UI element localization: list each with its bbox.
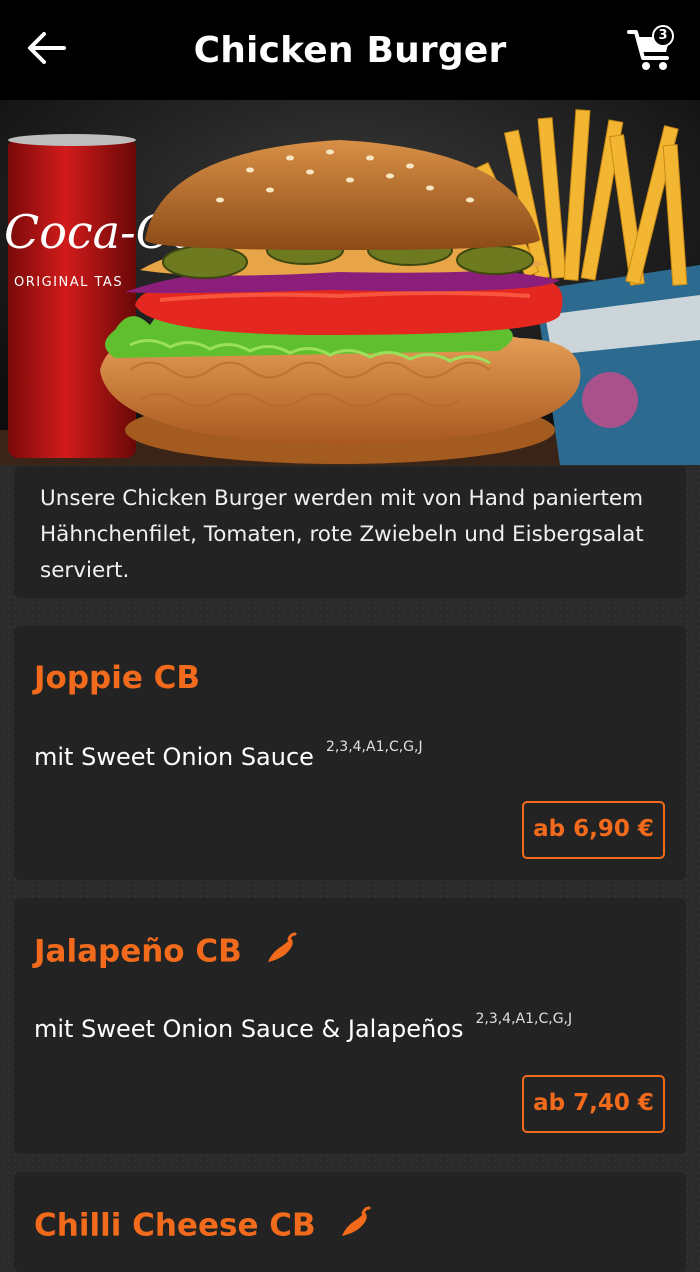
top-bar: Chicken Burger 3 xyxy=(0,0,700,100)
page-title: Chicken Burger xyxy=(193,29,507,71)
chili-icon xyxy=(338,1206,372,1248)
product-description-text: mit Sweet Onion Sauce xyxy=(34,743,314,771)
category-description: Unsere Chicken Burger werden mit von Han… xyxy=(14,466,686,598)
product-description: mit Sweet Onion Sauce & Jalapeños 2,3,4,A… xyxy=(34,1011,572,1043)
allergen-codes: 2,3,4,A1,C,G,J xyxy=(325,739,423,755)
product-description: mit Sweet Onion Sauce 2,3,4,A1,C,G,J xyxy=(34,739,423,771)
hero-image: Coca-Co ORIGINAL TAS xyxy=(0,100,700,465)
product-name: Chilli Cheese CB xyxy=(34,1207,316,1244)
chili-icon xyxy=(264,932,298,974)
product-name-row: Jalapeño CB xyxy=(34,932,298,974)
product-description-text: mit Sweet Onion Sauce & Jalapeños xyxy=(34,1015,464,1043)
back-arrow-icon xyxy=(28,32,66,64)
product-card-chilli-cheese[interactable]: Chilli Cheese CB xyxy=(14,1172,686,1272)
product-card-jalapeno[interactable]: Jalapeño CB mit Sweet Onion Sauce & Jala… xyxy=(14,898,686,1154)
product-card-joppie[interactable]: Joppie CB mit Sweet Onion Sauce 2,3,4,A1,… xyxy=(14,626,686,880)
product-name: Jalapeño CB xyxy=(34,933,242,970)
product-name: Joppie CB xyxy=(34,660,201,696)
can-sub-text: ORIGINAL TAS xyxy=(14,275,123,290)
cart-button[interactable]: 3 xyxy=(626,24,676,74)
burger-illustration: Coca-Co ORIGINAL TAS xyxy=(0,100,700,465)
price-button[interactable]: ab 6,90 € xyxy=(522,801,665,859)
product-name-row: Chilli Cheese CB xyxy=(34,1206,372,1248)
back-button[interactable] xyxy=(22,26,70,74)
price-button[interactable]: ab 7,40 € xyxy=(522,1075,665,1133)
allergen-codes: 2,3,4,A1,C,G,J xyxy=(475,1011,573,1027)
cart-count-badge: 3 xyxy=(652,25,674,47)
